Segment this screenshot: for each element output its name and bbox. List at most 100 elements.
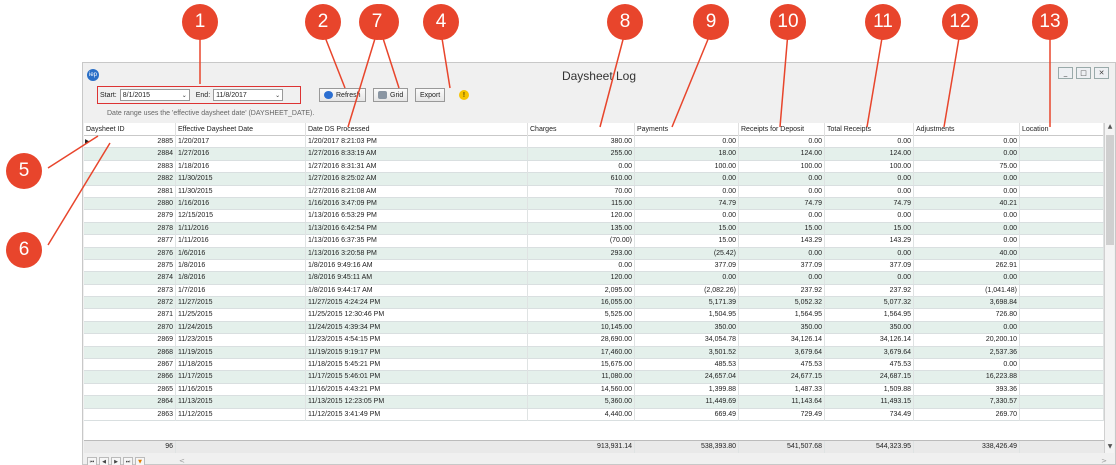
start-date-picker[interactable]: 8/1/2015 ⌄ <box>119 89 190 101</box>
table-row[interactable]: ▶ 2885 1/20/2017 1/20/2017 8:21:03 PM 380.00… <box>84 136 1104 149</box>
cell-date-processed: 11/12/2015 3:41:49 PM <box>306 408 528 421</box>
vertical-scrollbar[interactable]: ▲ ▼ <box>1104 123 1114 453</box>
minimize-button[interactable]: _ <box>1058 67 1073 79</box>
grid-button[interactable]: Grid <box>373 88 409 102</box>
cell-location <box>1020 185 1104 198</box>
table-row[interactable]: 2875 1/8/2016 1/8/2016 9:49:16 AM 0.00 377.0… <box>84 259 1104 273</box>
end-date-picker[interactable]: 11/8/2017 ⌄ <box>213 89 284 101</box>
cell-receipts-for-deposit: 475.53 <box>739 359 825 372</box>
cell-payments: 15.00 <box>635 235 739 248</box>
callout-4: 4 <box>423 4 459 40</box>
warning-icon[interactable]: ! <box>459 90 469 100</box>
cell-receipts-for-deposit: 124.00 <box>739 148 825 161</box>
table-row[interactable]: 2878 1/11/2016 1/13/2016 6:42:54 PM 135.00 1… <box>84 222 1104 236</box>
grid-rows: ▶ 2885 1/20/2017 1/20/2017 8:21:03 PM 380.00… <box>84 136 1104 421</box>
cell-total-receipts: 1,564.95 <box>825 309 914 322</box>
cell-adjustments: 0.00 <box>914 321 1020 334</box>
export-button[interactable]: Export <box>415 88 446 102</box>
cell-charges: 2,095.00 <box>528 284 635 297</box>
cell-payments: 485.53 <box>635 359 739 372</box>
table-row[interactable]: 2870 11/24/2015 11/24/2015 4:39:34 PM 10,14… <box>84 321 1104 335</box>
last-record-icon[interactable]: ⏭ <box>123 457 133 465</box>
table-row[interactable]: 2882 11/30/2015 1/27/2016 8:25:02 AM 610.00… <box>84 173 1104 186</box>
footer-total-receipts: 544,323.95 <box>825 441 914 453</box>
cell-total-receipts: 74.79 <box>825 197 914 210</box>
cell-daysheet-id: 2882 <box>84 173 176 186</box>
cell-effective-date: 1/6/2016 <box>176 247 306 260</box>
column-header-daysheet-id[interactable]: Daysheet ID <box>84 123 176 136</box>
table-row[interactable]: 2867 11/18/2015 11/18/2015 5:45:21 PM 15,67… <box>84 359 1104 372</box>
table-row[interactable]: 2879 12/15/2015 1/13/2016 6:53:29 PM 120.00… <box>84 210 1104 223</box>
table-row[interactable]: 2883 1/18/2016 1/27/2016 8:31:31 AM 0.00 100… <box>84 160 1104 174</box>
table-row[interactable]: 2871 11/25/2015 11/25/2015 12:30:46 PM 5,52… <box>84 309 1104 322</box>
table-row[interactable]: 2869 11/23/2015 11/23/2015 4:54:15 PM 28,69… <box>84 334 1104 347</box>
cell-charges: 0.00 <box>528 160 635 173</box>
table-row[interactable]: 2863 11/12/2015 11/12/2015 3:41:49 PM 4,440… <box>84 408 1104 421</box>
maximize-button[interactable]: □ <box>1076 67 1091 79</box>
prev-record-icon[interactable]: ◀ <box>99 457 109 465</box>
cell-effective-date: 1/20/2017 <box>176 136 306 148</box>
table-row[interactable]: 2877 1/11/2016 1/13/2016 6:37:35 PM (70.00)… <box>84 235 1104 248</box>
table-row[interactable]: 2874 1/8/2016 1/8/2016 9:45:11 AM 120.00 0.0… <box>84 272 1104 285</box>
cell-receipts-for-deposit: 0.00 <box>739 136 825 148</box>
table-row[interactable]: 2880 1/16/2016 1/16/2016 3:47:09 PM 115.00 7… <box>84 197 1104 211</box>
table-row[interactable]: 2865 11/16/2015 11/16/2015 4:43:21 PM 14,56… <box>84 383 1104 397</box>
scroll-thumb[interactable] <box>1106 135 1114 245</box>
cell-adjustments: 0.00 <box>914 210 1020 223</box>
cell-adjustments: 393.36 <box>914 383 1020 396</box>
table-row[interactable]: 2876 1/6/2016 1/13/2016 3:20:58 PM 293.00 (2… <box>84 247 1104 260</box>
column-header-charges[interactable]: Charges <box>528 123 635 136</box>
cell-payments: 5,171.39 <box>635 297 739 310</box>
cell-daysheet-id: 2878 <box>84 222 176 235</box>
cell-effective-date: 1/8/2016 <box>176 259 306 272</box>
end-label: End: <box>195 91 211 99</box>
column-header-location[interactable]: Location <box>1020 123 1104 136</box>
column-header-effective-date[interactable]: Effective Daysheet Date <box>176 123 306 136</box>
column-header-total-receipts[interactable]: Total Receipts <box>825 123 914 136</box>
cell-date-processed: 1/20/2017 8:21:03 PM <box>306 136 528 148</box>
cell-date-processed: 1/27/2016 8:21:08 AM <box>306 185 528 198</box>
date-range-note: Date range uses the 'effective daysheet … <box>107 110 315 117</box>
scroll-down-icon[interactable]: ▼ <box>1105 443 1115 453</box>
cell-daysheet-id: 2870 <box>84 321 176 334</box>
callout-11: 11 <box>865 4 901 40</box>
cell-payments: 74.79 <box>635 197 739 210</box>
cell-payments: 11,449.69 <box>635 396 739 409</box>
cell-payments: 0.00 <box>635 136 739 148</box>
close-button[interactable]: ✕ <box>1094 67 1109 79</box>
cell-adjustments: 3,698.84 <box>914 297 1020 310</box>
table-row[interactable]: 2866 11/17/2015 11/17/2015 5:46:01 PM 11,08… <box>84 371 1104 384</box>
refresh-button[interactable]: Refresh <box>319 88 366 102</box>
column-header-adjustments[interactable]: Adjustments <box>914 123 1020 136</box>
cell-effective-date: 1/8/2016 <box>176 272 306 285</box>
cell-effective-date: 11/30/2015 <box>176 185 306 198</box>
cell-total-receipts: 11,493.15 <box>825 396 914 409</box>
table-row[interactable]: 2868 11/19/2015 11/19/2015 9:19:17 PM 17,46… <box>84 346 1104 360</box>
cell-adjustments: 726.80 <box>914 309 1020 322</box>
cell-payments: (25.42) <box>635 247 739 260</box>
table-row[interactable]: 2873 1/7/2016 1/8/2016 9:44:17 AM 2,095.00(… <box>84 284 1104 298</box>
cell-location <box>1020 284 1104 297</box>
next-record-icon[interactable]: ▶ <box>111 457 121 465</box>
table-row[interactable]: 2864 11/13/2015 11/13/2015 12:23:05 PM 5,36… <box>84 396 1104 409</box>
cell-date-processed: 11/23/2015 4:54:15 PM <box>306 334 528 347</box>
column-header-payments[interactable]: Payments <box>635 123 739 136</box>
table-row[interactable]: 2872 11/27/2015 11/27/2015 4:24:24 PM 16,05… <box>84 297 1104 310</box>
cell-payments: 0.00 <box>635 210 739 223</box>
cell-daysheet-id: 2879 <box>84 210 176 223</box>
filter-icon[interactable]: ▼ <box>135 457 145 465</box>
scroll-left-icon[interactable]: < <box>179 457 185 465</box>
printer-icon <box>378 91 387 99</box>
start-date-value: 8/1/2015 <box>122 91 150 99</box>
scroll-right-icon[interactable]: > <box>1101 457 1107 465</box>
table-row[interactable]: 2884 1/27/2016 1/27/2016 8:33:19 AM 255.00 1… <box>84 148 1104 161</box>
cell-date-processed: 11/24/2015 4:39:34 PM <box>306 321 528 334</box>
cell-daysheet-id: 2865 <box>84 383 176 396</box>
column-header-date-processed[interactable]: Date DS Processed <box>306 123 528 136</box>
cell-location <box>1020 148 1104 161</box>
column-header-receipts-for-deposit[interactable]: Receipts for Deposit <box>739 123 825 136</box>
scroll-up-icon[interactable]: ▲ <box>1105 123 1115 133</box>
first-record-icon[interactable]: ⏮ <box>87 457 97 465</box>
cell-daysheet-id: 2885 <box>84 136 176 148</box>
table-row[interactable]: 2881 11/30/2015 1/27/2016 8:21:08 AM 70.00 0… <box>84 185 1104 198</box>
